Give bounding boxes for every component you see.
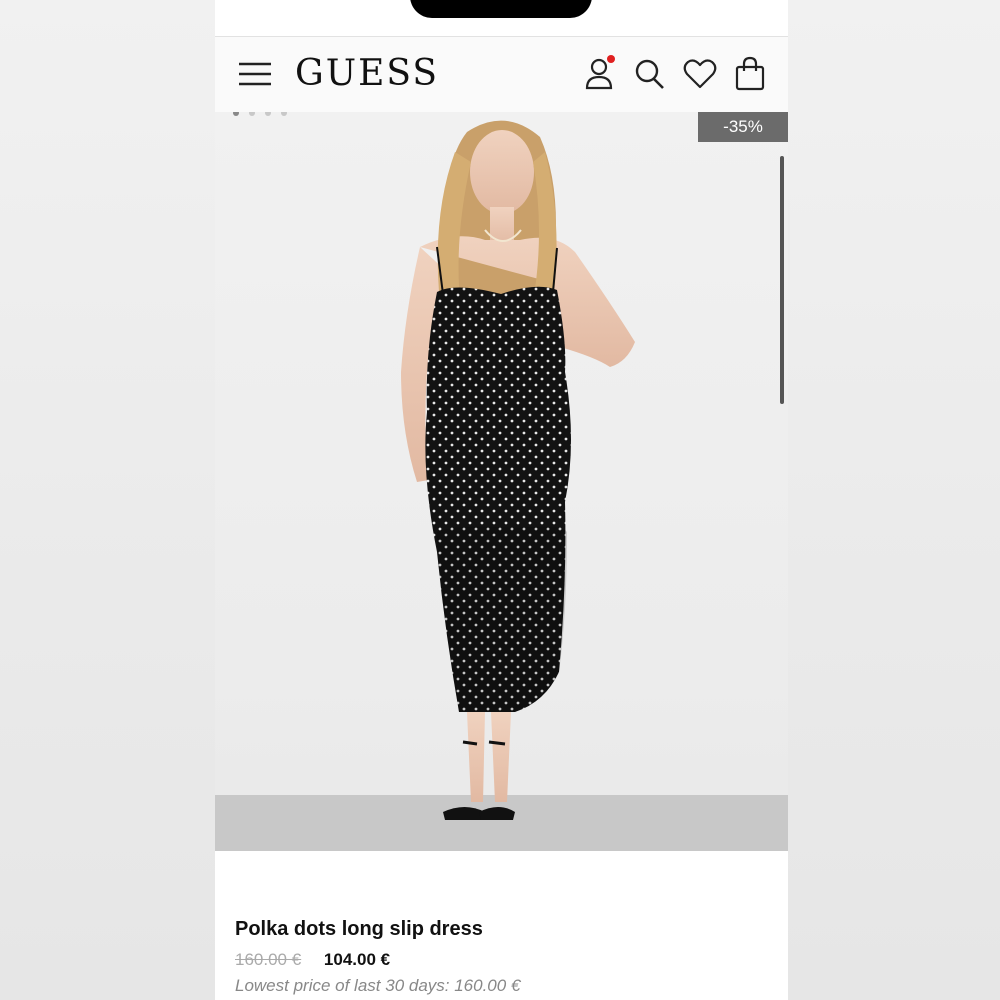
brand-logo[interactable]: GUESS (295, 53, 439, 94)
cart-button[interactable] (733, 55, 767, 93)
old-price: 160.00 € (235, 950, 302, 969)
slide-indicator (233, 112, 287, 116)
product-photo (401, 120, 635, 820)
background-right (788, 0, 1000, 1000)
product-image-gallery[interactable]: -35% (215, 112, 788, 851)
wishlist-button[interactable] (683, 55, 717, 93)
status-bar (215, 0, 788, 36)
discount-badge: -35% (698, 112, 788, 142)
dynamic-island (410, 0, 592, 18)
heart-icon (683, 59, 717, 89)
menu-button[interactable] (237, 57, 273, 93)
product-title: Polka dots long slip dress (235, 918, 483, 940)
slide-dot-1[interactable] (233, 112, 239, 116)
sale-price: 104.00 € (323, 950, 391, 969)
search-button[interactable] (633, 55, 667, 93)
background-left (0, 0, 215, 1000)
account-button[interactable] (584, 55, 618, 93)
notification-dot (607, 55, 615, 63)
lowest-price-note: Lowest price of last 30 days: 160.00 € (235, 976, 521, 995)
menu-icon (239, 62, 271, 86)
search-icon (635, 59, 664, 89)
scrollbar[interactable] (780, 156, 784, 404)
shopping-bag-icon (735, 56, 765, 91)
phone-screen: GUESS -35% Polka dots long slip dress 16… (215, 0, 788, 1000)
slide-dot-3[interactable] (265, 112, 271, 116)
site-header: GUESS (215, 36, 788, 113)
slide-dot-4[interactable] (281, 112, 287, 116)
slide-dot-2[interactable] (249, 112, 255, 116)
price-row: 160.00 € 104.00 € (235, 950, 390, 970)
account-icon (585, 55, 615, 90)
